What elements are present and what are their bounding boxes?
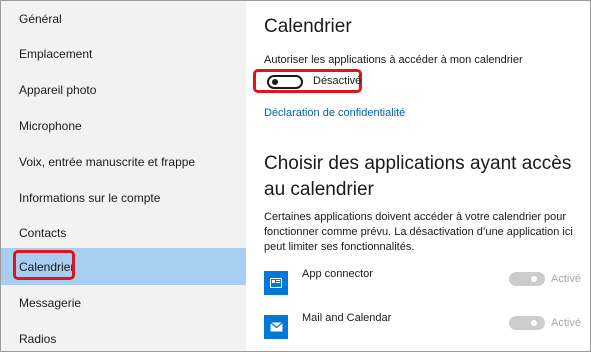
sidebar-item-label: Microphone xyxy=(19,119,82,133)
settings-window: Général Emplacement Appareil photo Micro… xyxy=(0,0,591,352)
toggle-highlight-box: Désactivé xyxy=(253,69,362,93)
sidebar-item-label: Voix, entrée manuscrite et frappe xyxy=(19,155,196,169)
section-title: Choisir des applications ayant accès au … xyxy=(264,153,572,200)
allow-access-label: Autoriser les applications à accéder à m… xyxy=(264,54,523,66)
sidebar-item-camera[interactable]: Appareil photo xyxy=(1,72,246,108)
sidebar-item-label: Informations sur le compte xyxy=(19,191,161,205)
calendar-highlight-box xyxy=(13,250,75,280)
sidebar-item-speech[interactable]: Voix, entrée manuscrite et frappe xyxy=(1,144,246,180)
app-name: App connector xyxy=(302,268,373,280)
app-status-label: Activé xyxy=(551,273,581,285)
section-description: Certaines applications doivent accéder à… xyxy=(264,211,573,253)
sidebar-item-messaging[interactable]: Messagerie xyxy=(1,285,246,321)
sidebar-item-location[interactable]: Emplacement xyxy=(1,36,246,72)
page-title: Calendrier xyxy=(264,16,352,37)
calendar-access-toggle[interactable] xyxy=(267,75,303,89)
sidebar-item-label: Appareil photo xyxy=(19,83,97,97)
toggle-knob xyxy=(272,79,278,85)
sidebar: Général Emplacement Appareil photo Micro… xyxy=(1,1,246,351)
app-name: Mail and Calendar xyxy=(302,312,392,324)
sidebar-item-label: Radios xyxy=(19,332,57,346)
toggle-knob xyxy=(531,276,537,282)
app-row-app-connector: App connector Activé xyxy=(264,265,584,299)
toggle-state-label: Désactivé xyxy=(313,75,362,87)
sidebar-item-contacts[interactable]: Contacts xyxy=(1,215,246,251)
sidebar-item-label: Général xyxy=(19,12,62,26)
sidebar-item-account-info[interactable]: Informations sur le compte xyxy=(1,180,246,216)
privacy-statement-link[interactable]: Déclaration de confidentialité xyxy=(264,107,405,119)
mail-calendar-toggle[interactable] xyxy=(509,316,545,330)
sidebar-item-general[interactable]: Général xyxy=(1,1,246,37)
sidebar-item-label: Contacts xyxy=(19,226,67,240)
mail-icon xyxy=(264,315,288,339)
app-status-label: Activé xyxy=(551,317,581,329)
sidebar-item-label: Messagerie xyxy=(19,296,82,310)
sidebar-item-radios[interactable]: Radios xyxy=(1,321,246,351)
sidebar-item-microphone[interactable]: Microphone xyxy=(1,108,246,144)
toggle-knob xyxy=(531,320,537,326)
app-connector-toggle[interactable] xyxy=(509,272,545,286)
app-row-mail-calendar: Mail and Calendar Activé xyxy=(264,309,584,343)
app-connector-icon xyxy=(264,271,288,295)
sidebar-item-label: Emplacement xyxy=(19,47,93,61)
main-panel: Calendrier Autoriser les applications à … xyxy=(246,1,590,351)
